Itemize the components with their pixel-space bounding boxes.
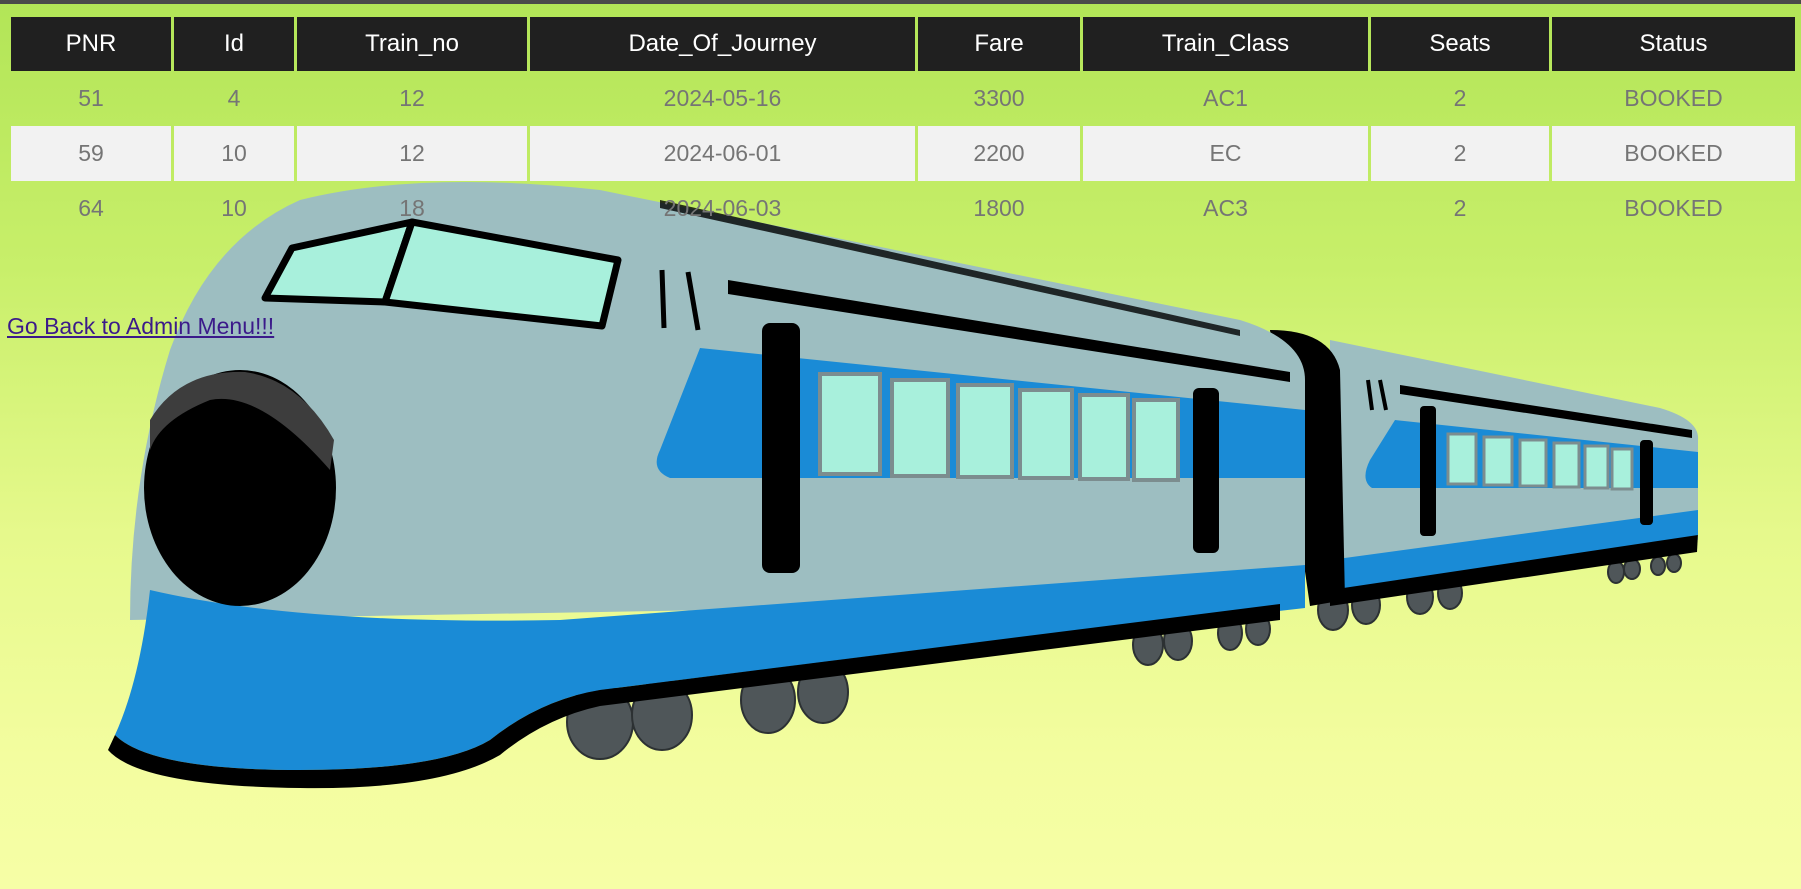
cell-train-no: 12 (297, 126, 527, 181)
table-row: 51 4 12 2024-05-16 3300 AC1 2 BOOKED (11, 71, 1795, 126)
cell-fare: 2200 (918, 126, 1080, 181)
cell-seats: 2 (1453, 85, 1467, 111)
cell-train-class: AC1 (1203, 85, 1248, 111)
cell-pnr: 59 (11, 126, 171, 181)
cell-id: 10 (221, 195, 247, 221)
cell-seats: 2 (1371, 126, 1549, 181)
cell-status: BOOKED (1552, 126, 1795, 181)
column-header-seats: Seats (1371, 17, 1549, 71)
cell-pnr: 51 (78, 85, 104, 111)
column-header-train-class: Train_Class (1083, 17, 1368, 71)
column-header-date-of-journey: Date_Of_Journey (530, 17, 915, 71)
table-row: 64 10 18 2024-06-03 1800 AC3 2 BOOKED (11, 181, 1795, 236)
cell-id: 4 (227, 85, 241, 111)
table-row: 59 10 12 2024-06-01 2200 EC 2 BOOKED (11, 126, 1795, 181)
cell-date-of-journey: 2024-06-03 (663, 195, 782, 221)
cell-date-of-journey: 2024-06-01 (530, 126, 915, 181)
cell-date-of-journey: 2024-05-16 (663, 85, 782, 111)
column-header-status: Status (1552, 17, 1795, 71)
cell-pnr: 64 (78, 195, 104, 221)
cell-id: 10 (174, 126, 294, 181)
cell-train-no: 18 (399, 195, 425, 221)
cell-status: BOOKED (1624, 195, 1723, 221)
table-header-row: PNR Id Train_no Date_Of_Journey Fare Tra… (11, 17, 1795, 71)
column-header-pnr: PNR (11, 17, 171, 71)
back-to-admin-menu-link[interactable]: Go Back to Admin Menu!!! (7, 313, 274, 340)
column-header-train-no: Train_no (297, 17, 527, 71)
cell-train-no: 12 (399, 85, 425, 111)
column-header-id: Id (174, 17, 294, 71)
cell-fare: 3300 (973, 85, 1025, 111)
cell-status: BOOKED (1624, 85, 1723, 111)
cell-train-class: AC3 (1203, 195, 1248, 221)
cell-seats: 2 (1453, 195, 1467, 221)
cell-fare: 1800 (973, 195, 1025, 221)
bookings-table: PNR Id Train_no Date_Of_Journey Fare Tra… (8, 17, 1798, 236)
cell-train-class: EC (1083, 126, 1368, 181)
column-header-fare: Fare (918, 17, 1080, 71)
